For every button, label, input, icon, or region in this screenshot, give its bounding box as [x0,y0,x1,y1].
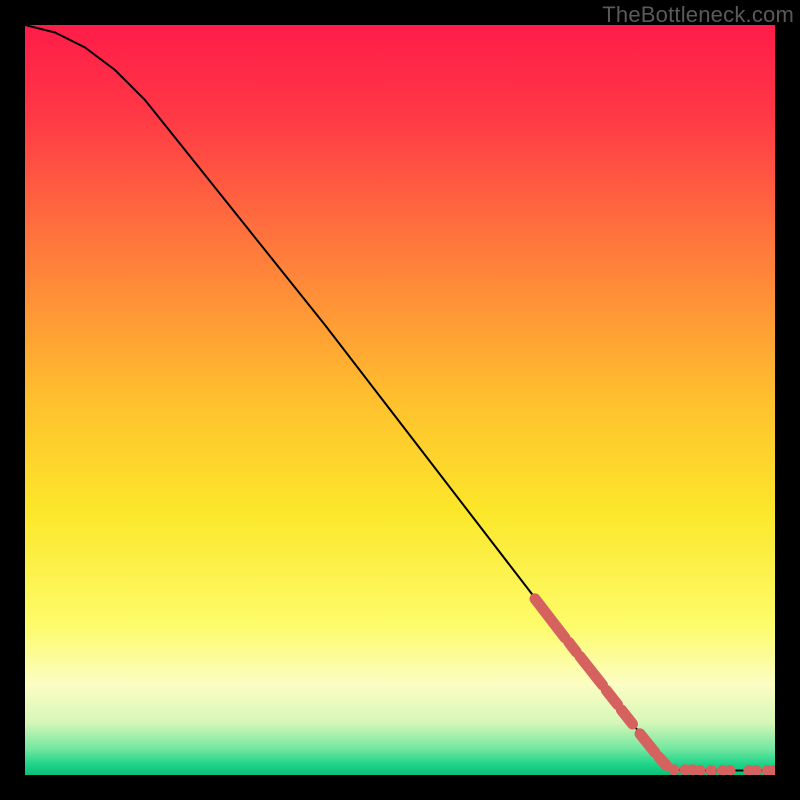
chart-plot-area [25,25,775,775]
highlight-point [668,764,679,775]
highlight-points [668,764,775,775]
highlight-segment [569,642,577,652]
watermark-text: TheBottleneck.com [602,2,794,28]
chart-svg [25,25,775,775]
chart-background [25,25,775,775]
highlight-segment [659,757,667,765]
